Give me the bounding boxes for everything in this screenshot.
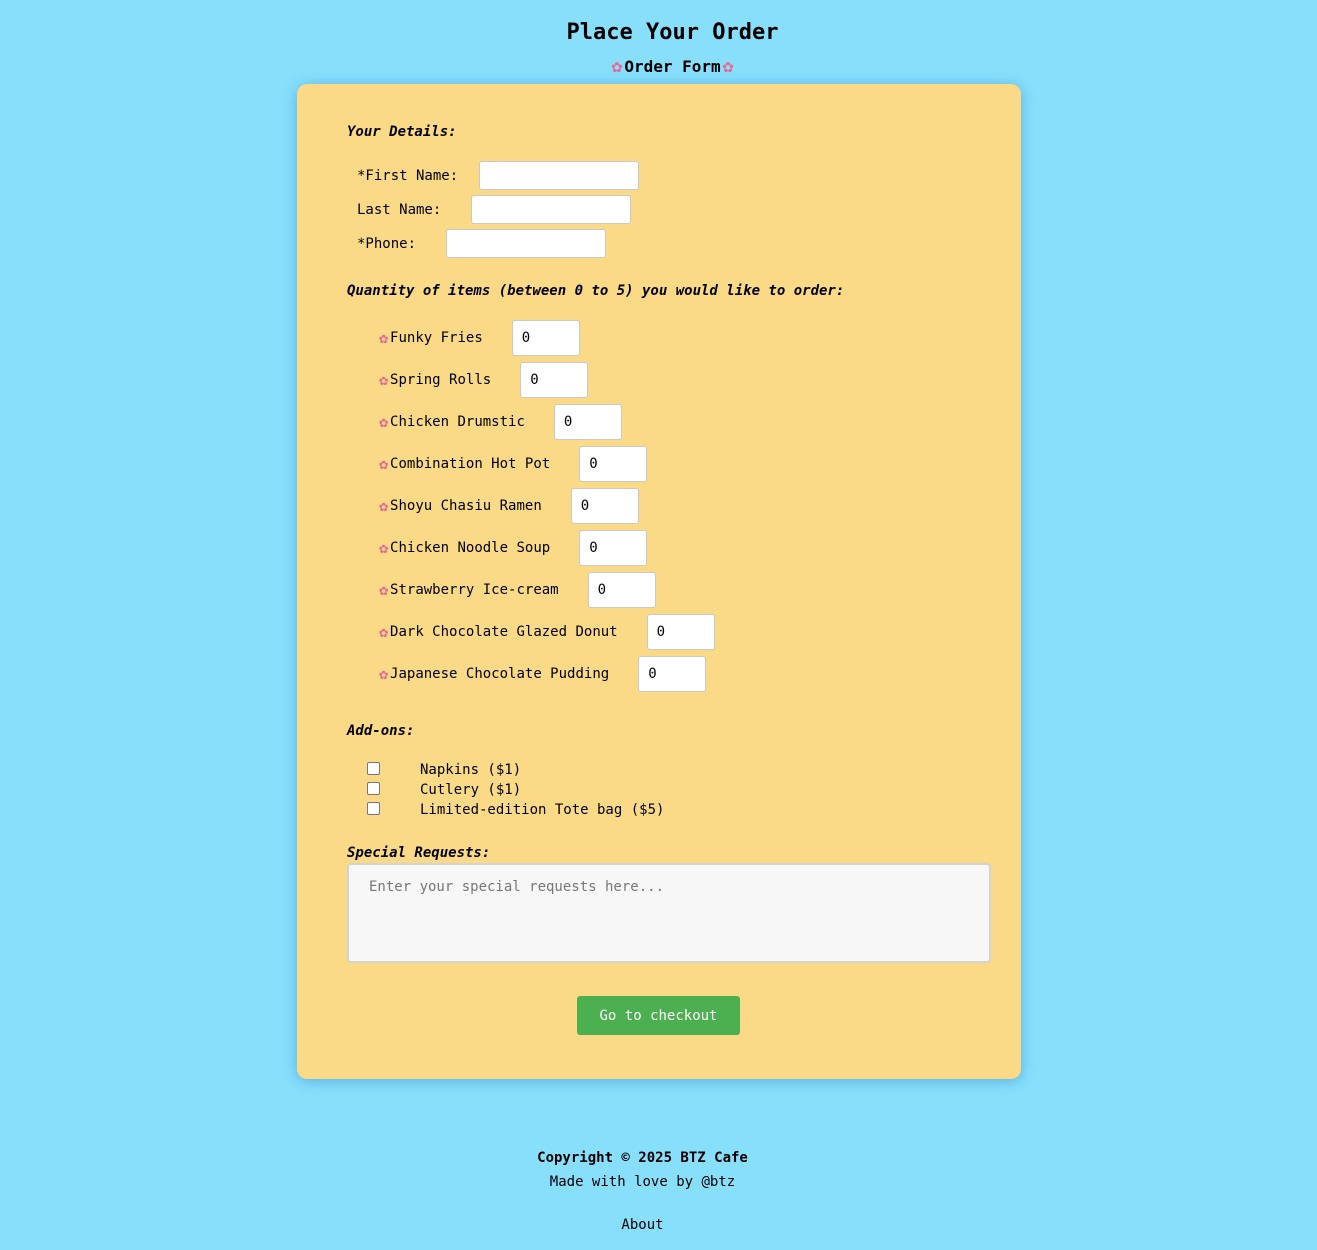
order-form-subtitle: ✿ Order Form ✿ <box>0 57 1317 76</box>
sakura-flower-icon: ✿ <box>379 370 389 389</box>
addon-label: Cutlery ($1) <box>420 782 522 798</box>
addon-label: Limited-edition Tote bag ($5) <box>420 802 665 818</box>
phone-row: *Phone: <box>357 229 607 258</box>
quantity-input[interactable] <box>520 362 589 398</box>
menu-item-row: ✿ Chicken Noodle Soup <box>379 530 648 566</box>
sakura-flower-icon: ✿ <box>379 454 389 473</box>
quantity-heading: Quantity of items (between 0 to 5) you w… <box>347 283 845 299</box>
special-requests-heading: Special Requests: <box>347 845 491 861</box>
quantity-input[interactable] <box>579 446 648 482</box>
menu-item-row: ✿ Shoyu Chasiu Ramen <box>379 488 639 524</box>
napkins-checkbox[interactable] <box>367 761 380 775</box>
go-to-checkout-button[interactable]: Go to checkout <box>577 996 740 1035</box>
menu-item-name: Strawberry Ice-cream <box>390 582 559 598</box>
menu-item-row: ✿ Combination Hot Pot <box>379 446 648 482</box>
menu-item-row: ✿ Dark Chocolate Glazed Donut <box>379 614 715 650</box>
menu-item-name: Japanese Chocolate Pudding <box>390 666 610 682</box>
addon-label: Napkins ($1) <box>420 762 522 778</box>
menu-item-name: Spring Rolls <box>390 372 492 388</box>
menu-item-name: Shoyu Chasiu Ramen <box>390 498 542 514</box>
sakura-flower-icon: ✿ <box>722 55 734 77</box>
phone-label: *Phone: <box>357 235 417 252</box>
quantity-input[interactable] <box>579 530 648 566</box>
menu-item-row: ✿ Spring Rolls <box>379 362 589 398</box>
order-form-card: Your Details: *First Name: Last Name: *P… <box>297 84 1021 1079</box>
special-requests-textarea[interactable]: Enter your special requests here... <box>347 863 991 963</box>
about-link[interactable]: About <box>0 1217 1285 1233</box>
sakura-flower-icon: ✿ <box>379 664 389 683</box>
footer-copyright: Copyright © 2025 BTZ Cafe <box>537 1150 748 1166</box>
sakura-flower-icon: ✿ <box>611 55 623 77</box>
checkout-button-label: Go to checkout <box>599 1007 718 1024</box>
sakura-flower-icon: ✿ <box>379 580 389 599</box>
menu-item-row: ✿ Chicken Drumstic <box>379 404 622 440</box>
addon-option: Napkins ($1) <box>367 760 521 780</box>
first-name-input[interactable] <box>479 161 640 190</box>
menu-item-name: Chicken Noodle Soup <box>390 540 551 556</box>
addons-heading: Add-ons: <box>347 723 415 739</box>
sakura-flower-icon: ✿ <box>379 496 389 515</box>
cutlery-checkbox[interactable] <box>367 781 380 795</box>
addon-option: Cutlery ($1) <box>367 780 521 800</box>
menu-item-row: ✿ Japanese Chocolate Pudding <box>379 656 707 692</box>
menu-item-row: ✿ Funky Fries <box>379 320 580 356</box>
last-name-input[interactable] <box>471 195 632 224</box>
first-name-label: *First Name: <box>357 167 459 184</box>
subtitle-text: Order Form <box>624 57 721 76</box>
menu-item-name: Combination Hot Pot <box>390 456 551 472</box>
phone-input[interactable] <box>446 229 607 258</box>
menu-item-name: Chicken Drumstic <box>390 414 525 430</box>
your-details-heading: Your Details: <box>347 124 457 140</box>
menu-item-name: Funky Fries <box>390 330 483 346</box>
first-name-row: *First Name: <box>357 161 640 190</box>
quantity-input[interactable] <box>570 488 639 524</box>
footer-credit: Made with love by @btz <box>549 1174 736 1190</box>
sakura-flower-icon: ✿ <box>379 622 389 641</box>
quantity-input[interactable] <box>638 656 707 692</box>
sakura-flower-icon: ✿ <box>379 328 389 347</box>
quantity-input[interactable] <box>646 614 715 650</box>
menu-item-row: ✿ Strawberry Ice-cream <box>379 572 656 608</box>
tote-bag-checkbox[interactable] <box>367 801 380 815</box>
quantity-input[interactable] <box>587 572 656 608</box>
sakura-flower-icon: ✿ <box>379 538 389 557</box>
special-requests-placeholder: Enter your special requests here... <box>369 879 665 895</box>
sakura-flower-icon: ✿ <box>379 412 389 431</box>
addon-option: Limited-edition Tote bag ($5) <box>367 800 664 820</box>
quantity-input[interactable] <box>553 404 622 440</box>
last-name-row: Last Name: <box>357 195 632 224</box>
page-title: Place Your Order <box>566 20 779 45</box>
quantity-input[interactable] <box>511 320 580 356</box>
menu-item-name: Dark Chocolate Glazed Donut <box>390 624 618 640</box>
last-name-label: Last Name: <box>357 201 442 218</box>
